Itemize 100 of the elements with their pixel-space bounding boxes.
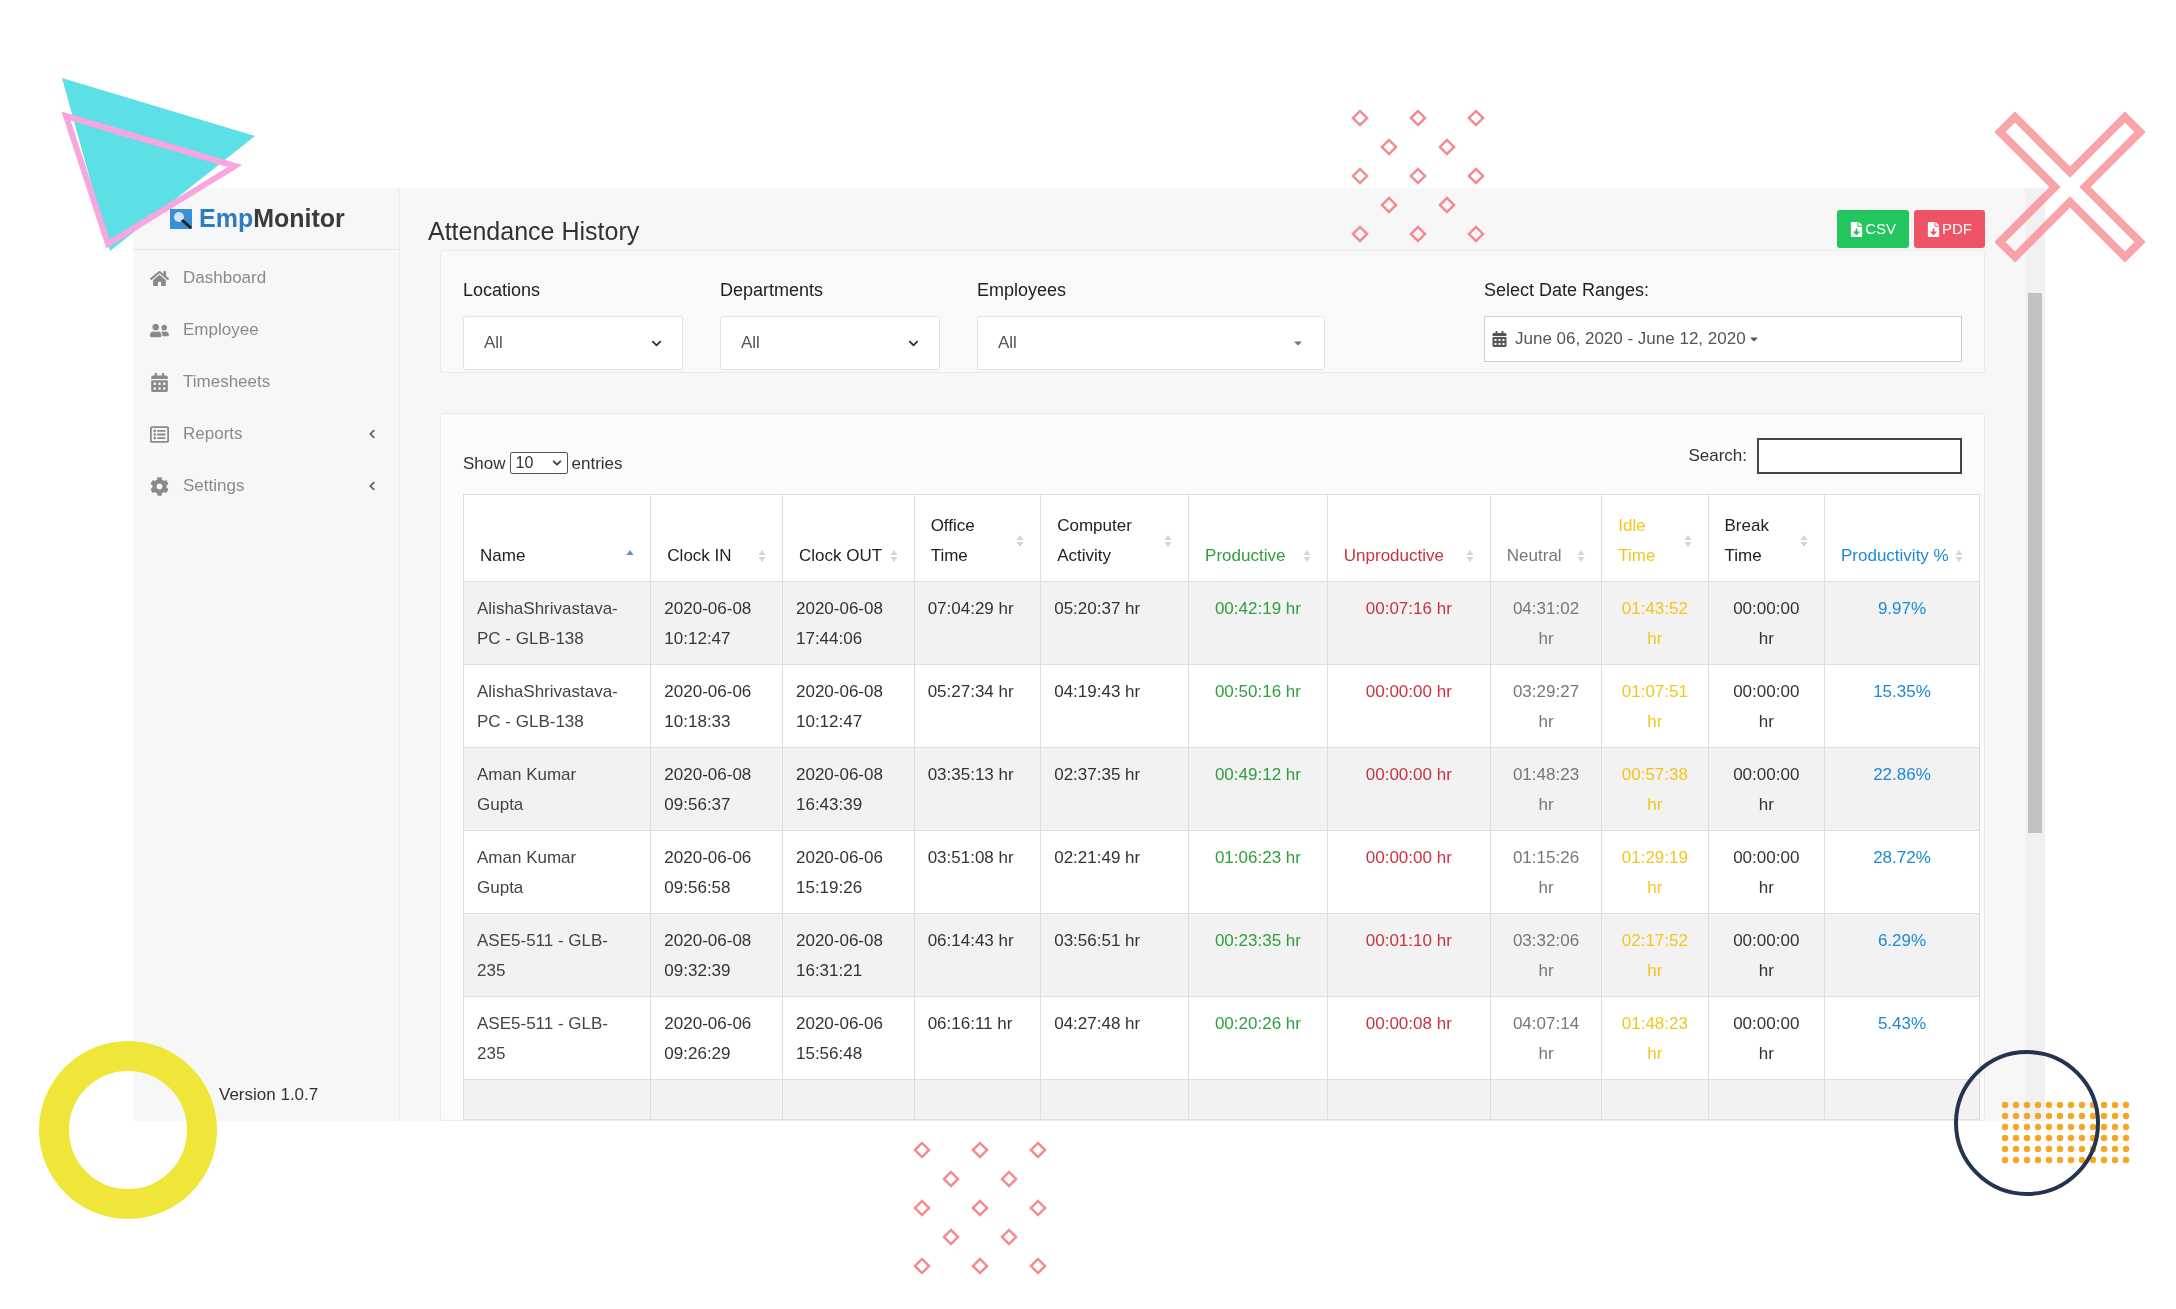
nav-item[interactable]: Dashboard — [133, 252, 399, 304]
table-cell: 03:29:27 hr — [1490, 664, 1602, 748]
sort-icon[interactable] — [1016, 534, 1025, 548]
sort-icon[interactable] — [1800, 534, 1808, 548]
scrollbar-thumb[interactable] — [2028, 293, 2042, 833]
table-cell: 04:19:43 hr — [1040, 664, 1189, 748]
table-cell: 2020-06-06 15:19:26 — [782, 830, 915, 914]
table-cell: 01:07:51 hr — [1601, 664, 1709, 748]
logo-text: EmpMonitor — [199, 202, 345, 234]
sort-icon[interactable] — [1577, 549, 1586, 563]
table-cell: 00:00:00 hr — [1708, 996, 1825, 1080]
table-cell: 00:49:12 hr — [1188, 747, 1328, 831]
table-cell: 03:56:51 hr — [1040, 913, 1189, 997]
table-cell: 2020-06-06 09:26:29 — [650, 996, 783, 1080]
page-title: Attendance History — [428, 219, 640, 247]
table-cell: AlishaShrivastava-PC - GLB-138 — [463, 581, 651, 665]
table-cell: 00:00:00 hr — [1708, 581, 1825, 665]
table-cell: 04:27:48 hr — [1040, 996, 1189, 1080]
table-cell: 9.97% — [1824, 581, 1980, 665]
table-cell: 00:20:26 hr — [1188, 996, 1328, 1080]
date-range-field[interactable]: June 06, 2020 - June 12, 2020 — [1484, 316, 1962, 362]
nav-item[interactable]: Employee — [133, 304, 399, 356]
column-header[interactable]: Unproductive — [1327, 494, 1491, 582]
table-cell: 6.29% — [1824, 913, 1980, 997]
table-cell: 2020-06-06 10:18:33 — [650, 664, 783, 748]
table-cell: 00:23:35 hr — [1188, 913, 1328, 997]
column-header[interactable]: Break Time — [1708, 494, 1825, 582]
filter-select[interactable]: All — [720, 316, 940, 370]
table-cell: 2020-06-08 16:31:21 — [782, 913, 915, 997]
sort-icon[interactable] — [1683, 534, 1692, 548]
table-cell: 00:50:16 hr — [1188, 664, 1328, 748]
column-header[interactable]: Clock OUT — [782, 494, 915, 582]
version-text: Version 1.0.7 — [219, 1084, 319, 1104]
table-cell: 00:01:10 hr — [1327, 913, 1491, 997]
export-button[interactable]: PDF — [1914, 210, 1985, 248]
column-header[interactable]: Office Time — [914, 494, 1041, 582]
entries-label: entries — [571, 452, 623, 475]
table-cell: 00:00:00 hr — [1327, 830, 1491, 914]
column-header[interactable]: Clock IN — [650, 494, 783, 582]
table-cell: 06:16:11 hr — [914, 996, 1041, 1080]
filter-select[interactable]: All — [463, 316, 683, 370]
search-label: Search: — [1688, 445, 1747, 468]
show-label: Show — [463, 452, 506, 475]
table-cell: 01:48:23 hr — [1601, 996, 1709, 1080]
filter-select[interactable]: All — [977, 316, 1325, 370]
filter-label: Employees — [977, 279, 1068, 302]
nav-item[interactable]: Timesheets — [133, 356, 399, 408]
table-cell: 15.35% — [1824, 664, 1980, 748]
file-download-icon — [1850, 221, 1864, 237]
search-field[interactable] — [1757, 438, 1962, 474]
table-cell: 00:00:00 hr — [1327, 747, 1491, 831]
table-cell: AlishaShrivastava-PC - GLB-138 — [463, 664, 651, 748]
column-header[interactable]: Productive — [1188, 494, 1328, 582]
file-download-icon — [1927, 221, 1940, 237]
sort-icon[interactable] — [1164, 534, 1173, 548]
settings-icon — [150, 476, 169, 496]
sort-icon[interactable] — [758, 549, 766, 563]
table-cell: 2020-06-08 10:12:47 — [650, 581, 783, 665]
sort-icon[interactable] — [889, 549, 898, 563]
column-header[interactable]: Computer Activity — [1040, 494, 1189, 582]
table-cell: 01:48:23 hr — [1490, 747, 1602, 831]
calendar-icon — [150, 372, 169, 392]
table-cell: 2020-06-08 16:43:39 — [782, 747, 915, 831]
column-header[interactable]: Name — [463, 494, 651, 582]
page-size-select[interactable]: 10 — [509, 452, 568, 475]
sort-icon[interactable] — [1955, 549, 1963, 563]
sort-icon[interactable] — [1465, 549, 1474, 563]
table-cell: 2020-06-06 15:56:48 — [782, 996, 915, 1080]
table-cell: 03:35:13 hr — [914, 747, 1041, 831]
table-cell: 02:37:35 hr — [1040, 747, 1189, 831]
table-cell: 28.72% — [1824, 830, 1980, 914]
table-cell: 00:42:19 hr — [1188, 581, 1328, 665]
sort-icon[interactable] — [1302, 549, 1311, 563]
table-cell: 01:43:52 hr — [1601, 581, 1709, 665]
calendar-icon — [1492, 331, 1507, 347]
table-cell: Aman Kumar Gupta — [463, 747, 651, 831]
table-cell: 04:31:02 hr — [1490, 581, 1602, 665]
nav-item[interactable]: Reports — [133, 408, 399, 460]
chevron-icon — [367, 429, 377, 439]
nav-item[interactable]: Settings — [133, 460, 399, 512]
column-header[interactable]: Productivity % — [1824, 494, 1980, 582]
table-cell: 06:14:43 hr — [914, 913, 1041, 997]
table-cell: 00:07:16 hr — [1327, 581, 1491, 665]
table-cell: ASE5-511 - GLB-235 — [463, 996, 651, 1080]
list-icon — [150, 424, 169, 444]
table-cell: Aman Kumar Gupta — [463, 830, 651, 914]
filter-label: Select Date Ranges: — [1484, 279, 1651, 302]
table-cell: 05:20:37 hr — [1040, 581, 1189, 665]
table-cell: 04:07:14 hr — [1490, 996, 1602, 1080]
table-cell: ASE5-511 - GLB-235 — [463, 913, 651, 997]
table-cell: 07:04:29 hr — [914, 581, 1041, 665]
table-cell: 5.43% — [1824, 996, 1980, 1080]
table-cell: 2020-06-06 09:56:58 — [650, 830, 783, 914]
column-header[interactable]: Neutral — [1490, 494, 1602, 582]
table-cell: 01:15:26 hr — [1490, 830, 1602, 914]
table-cell: 00:00:00 hr — [1708, 830, 1825, 914]
table-cell: 01:06:23 hr — [1188, 830, 1328, 914]
table-cell: 2020-06-08 09:56:37 — [650, 747, 783, 831]
table-cell: 01:29:19 hr — [1601, 830, 1709, 914]
filter-label: Locations — [463, 279, 542, 302]
